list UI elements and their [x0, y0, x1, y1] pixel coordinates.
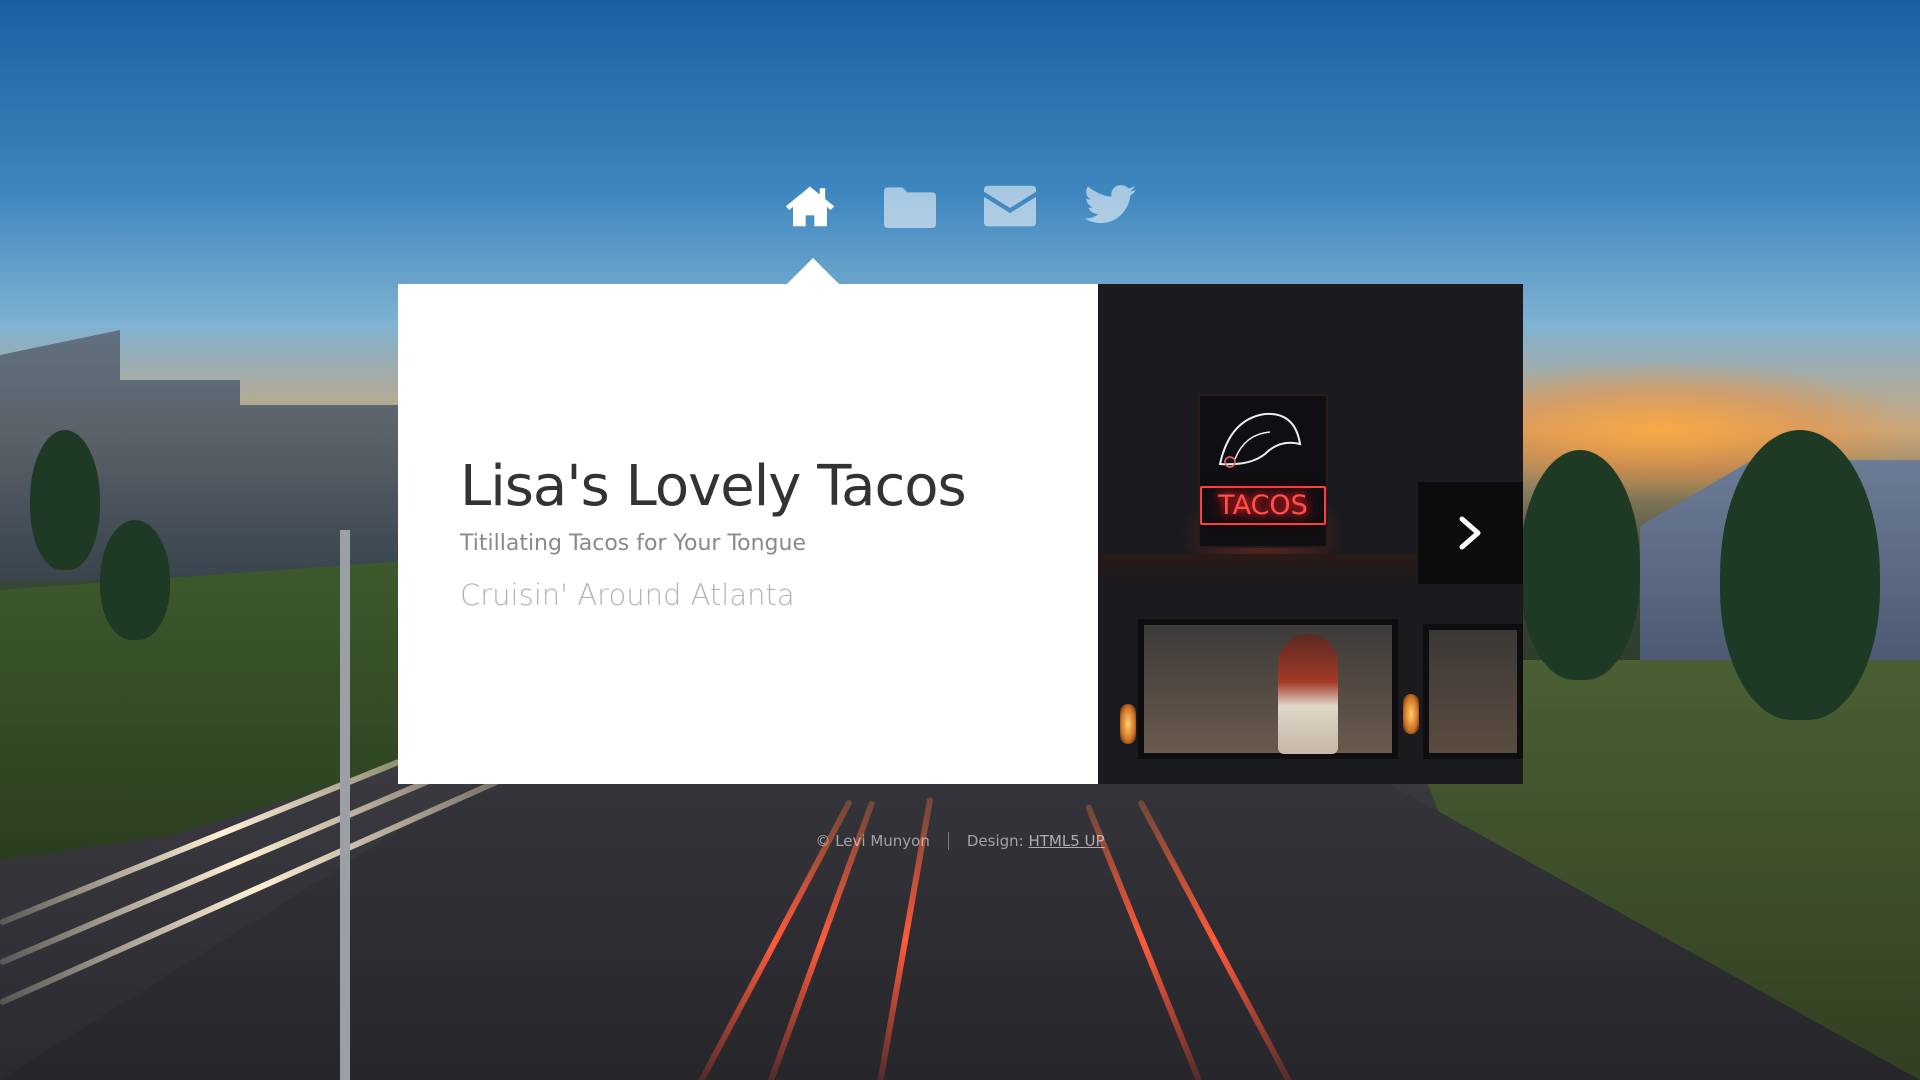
tree	[100, 520, 170, 640]
truck-window	[1138, 619, 1398, 759]
lamp	[1403, 694, 1419, 734]
street-light-pole	[340, 530, 350, 1080]
design-credit-link[interactable]: HTML5 UP	[1028, 832, 1104, 850]
design-credit: Design: HTML5 UP	[967, 832, 1105, 850]
copyright-text: © Levi Munyon	[815, 832, 930, 850]
nav-home[interactable]	[784, 180, 836, 232]
cook-figure	[1278, 634, 1338, 754]
nav-twitter[interactable]	[1084, 180, 1136, 232]
taco-truck-image: TACOS	[1098, 284, 1523, 784]
nav-work[interactable]	[884, 180, 936, 232]
page-background: Lisa's Lovely Tacos Titillating Tacos fo…	[0, 0, 1920, 1080]
chevron-right-icon	[1459, 516, 1480, 550]
neon-sign-text: TACOS	[1200, 486, 1326, 525]
design-label: Design:	[966, 832, 1029, 850]
folder-icon	[884, 187, 936, 228]
page-subtitle: Titillating Tacos for Your Tongue	[460, 531, 806, 557]
twitter-icon	[1084, 185, 1136, 224]
footer: © Levi Munyon Design: HTML5 UP	[0, 832, 1920, 850]
tree	[30, 430, 100, 570]
footer-divider	[947, 832, 949, 850]
page-tagline: Cruisin' Around Atlanta	[460, 578, 795, 613]
neon-sign: TACOS	[1198, 394, 1328, 548]
page-title: Lisa's Lovely Tacos	[460, 453, 967, 519]
tree	[1520, 450, 1640, 680]
nav-contact[interactable]	[984, 180, 1036, 232]
top-nav	[0, 180, 1920, 240]
active-tab-pointer	[785, 258, 841, 286]
intro-text-area: Lisa's Lovely Tacos Titillating Tacos fo…	[398, 284, 1098, 784]
tree	[1720, 430, 1880, 720]
intro-panel: Lisa's Lovely Tacos Titillating Tacos fo…	[398, 284, 1523, 784]
lamp	[1120, 704, 1136, 744]
home-icon	[785, 186, 835, 227]
taco-neon-icon	[1218, 412, 1302, 468]
envelope-icon	[984, 185, 1036, 227]
next-button[interactable]	[1418, 482, 1523, 584]
truck-window	[1423, 624, 1523, 759]
